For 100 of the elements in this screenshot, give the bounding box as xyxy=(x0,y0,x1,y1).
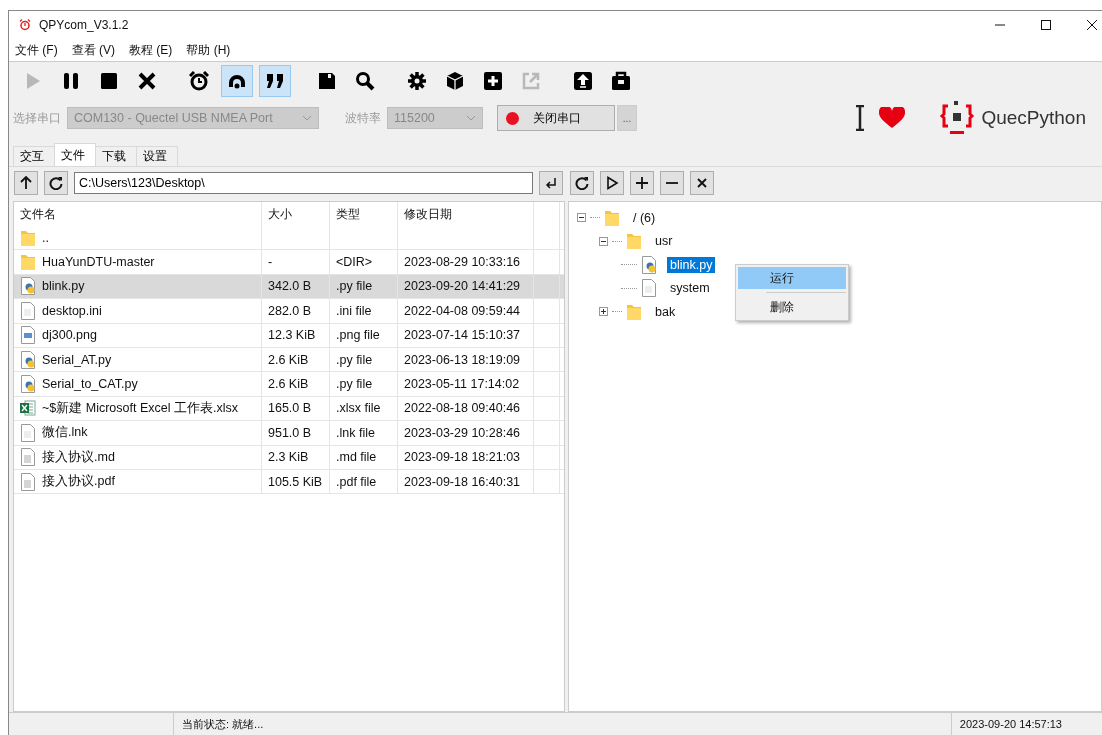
file-size: 2.6 KiB xyxy=(268,377,309,392)
file-row[interactable]: Serial_AT.py 2.6 KiB .py file 2023-06-13 18:19:09 xyxy=(14,347,564,373)
modified-date: 2023-03-29 10:28:46 xyxy=(404,425,521,440)
file-size: - xyxy=(268,255,273,270)
folder-icon xyxy=(626,232,642,251)
folder-icon xyxy=(20,253,36,272)
file-icon xyxy=(641,279,657,298)
play-button[interactable] xyxy=(600,171,624,195)
text-file-icon xyxy=(20,448,36,467)
column-header[interactable]: 大小 xyxy=(262,202,330,226)
modified-date: 2023-09-18 16:40:31 xyxy=(404,474,521,489)
file-type: <DIR> xyxy=(336,255,373,270)
close-icon[interactable] xyxy=(1086,19,1098,31)
menu-item[interactable]: 运行 xyxy=(738,267,846,289)
file-name: 接入协议.pdf xyxy=(42,473,115,491)
tree-item[interactable]: / (6) xyxy=(630,209,659,226)
path-field[interactable]: C:\Users\123\Desktop\ xyxy=(74,172,533,194)
modified-date: 2023-09-18 18:21:03 xyxy=(404,450,521,465)
column-header[interactable]: 类型 xyxy=(330,202,398,226)
file-name: Serial_AT.py xyxy=(42,352,112,367)
file-row[interactable]: .. xyxy=(14,226,564,251)
file-name: 接入协议.md xyxy=(42,448,115,466)
modified-date: 2023-06-13 18:19:09 xyxy=(404,352,521,367)
file-size: 2.3 KiB xyxy=(268,450,309,465)
refresh-icon xyxy=(49,176,63,190)
up-arrow-icon xyxy=(19,176,33,190)
up-button[interactable] xyxy=(14,171,38,195)
refresh-icon xyxy=(575,176,589,190)
maximize-icon[interactable] xyxy=(1040,19,1052,31)
close-port-button[interactable]: 关闭串口 xyxy=(497,105,615,131)
plus-button[interactable] xyxy=(630,171,654,195)
file-row[interactable]: ~$新建 Microsoft Excel 工作表.xlsx 165.0 B .xlsx file 2022-08-18 09:40:46 xyxy=(14,396,564,422)
modified-date: 2022-04-08 09:59:44 xyxy=(404,303,521,318)
file-size: 282.0 B xyxy=(268,303,312,318)
refresh-button[interactable] xyxy=(44,171,68,195)
brand-name: QuecPython xyxy=(981,107,1086,129)
folder-icon xyxy=(20,228,36,247)
folder-icon xyxy=(604,208,620,227)
file-row[interactable]: 接入协议.md 2.3 KiB .md file 2023-09-18 18:21:03 xyxy=(14,445,564,470)
modified-date: 2022-08-18 09:40:46 xyxy=(404,401,521,416)
file-type: .ini file xyxy=(336,303,372,318)
quote-icon[interactable] xyxy=(259,65,291,97)
alarm-clock-icon xyxy=(19,19,31,31)
text-file-icon xyxy=(20,472,36,491)
loop-icon[interactable] xyxy=(221,65,253,97)
refresh-button[interactable] xyxy=(570,171,594,195)
menu-item[interactable]: 文件 (F) xyxy=(15,41,58,59)
menu-item[interactable]: 删除 xyxy=(738,296,846,318)
file-type: .lnk file xyxy=(336,425,375,440)
python-file-icon xyxy=(20,277,36,296)
tab[interactable]: 文件 xyxy=(54,143,96,166)
tree-item[interactable]: blink.py xyxy=(667,256,716,273)
minus-button[interactable] xyxy=(660,171,684,195)
column-header[interactable]: 修改日期 xyxy=(398,202,534,226)
file-size: 951.0 B xyxy=(268,425,312,440)
play-icon xyxy=(605,176,619,190)
expand-icon[interactable] xyxy=(599,307,608,317)
file-name: ~$新建 Microsoft Excel 工作表.xlsx xyxy=(42,399,238,417)
file-type: .py file xyxy=(336,352,373,367)
tab[interactable]: 交互 xyxy=(13,146,55,166)
tree-item[interactable]: bak xyxy=(652,303,679,320)
tab[interactable]: 设置 xyxy=(136,146,178,166)
file-name: Serial_to_CAT.py xyxy=(42,377,138,392)
chevron-down-icon xyxy=(466,115,476,121)
file-row[interactable]: desktop.ini 282.0 B .ini file 2022-04-08 09:59:44 xyxy=(14,299,564,324)
file-type: .pdf file xyxy=(336,474,377,489)
file-row[interactable]: blink.py 342.0 B .py file 2023-09-20 14:41:29 xyxy=(14,274,564,300)
enter-button[interactable] xyxy=(539,171,563,195)
file-type: .png file xyxy=(336,328,380,343)
menu-item[interactable]: 帮助 (H) xyxy=(186,41,231,59)
modified-date: 2023-09-20 14:41:29 xyxy=(404,279,521,294)
python-file-icon xyxy=(20,350,36,369)
baud-label: 波特率 xyxy=(345,109,381,127)
file-name: blink.py xyxy=(42,279,85,294)
tree-item[interactable]: system xyxy=(667,280,713,297)
image-file-icon xyxy=(20,326,36,345)
menu-item[interactable]: 教程 (E) xyxy=(129,41,173,59)
collapse-icon[interactable] xyxy=(599,236,608,246)
tree-item[interactable]: usr xyxy=(652,233,676,250)
port-label: 选择串口 xyxy=(13,109,61,127)
column-header[interactable]: 文件名 xyxy=(14,202,262,226)
chevron-down-icon xyxy=(302,115,312,121)
file-type: .md file xyxy=(336,450,377,465)
file-row[interactable]: HuaYunDTU-master - <DIR> 2023-08-29 10:33:16 xyxy=(14,250,564,275)
file-row[interactable]: Serial_to_CAT.py 2.6 KiB .py file 2023-05-11 17:14:02 xyxy=(14,372,564,397)
collapse-icon[interactable] xyxy=(577,213,586,223)
file-name: dj300.png xyxy=(42,328,97,343)
excel-file-icon xyxy=(20,399,36,418)
plus-icon xyxy=(635,176,649,190)
file-row[interactable]: dj300.png 12.3 KiB .png file 2023-07-14 15:10:37 xyxy=(14,323,564,348)
modified-date: 2023-05-11 17:14:02 xyxy=(404,377,520,392)
menu-item[interactable]: 查看 (V) xyxy=(71,41,115,59)
file-name: .. xyxy=(42,230,49,245)
file-size: 105.5 KiB xyxy=(268,474,323,489)
close-button[interactable] xyxy=(690,171,714,195)
file-type: .py file xyxy=(336,279,373,294)
file-type: .py file xyxy=(336,377,373,392)
more-button[interactable]: ... xyxy=(617,105,637,131)
file-row[interactable]: 接入协议.pdf 105.5 KiB .pdf file 2023-09-18 16:40:31 xyxy=(14,469,564,495)
file-row[interactable]: 微信.lnk 951.0 B .lnk file 2023-03-29 10:28:46 xyxy=(14,421,564,446)
